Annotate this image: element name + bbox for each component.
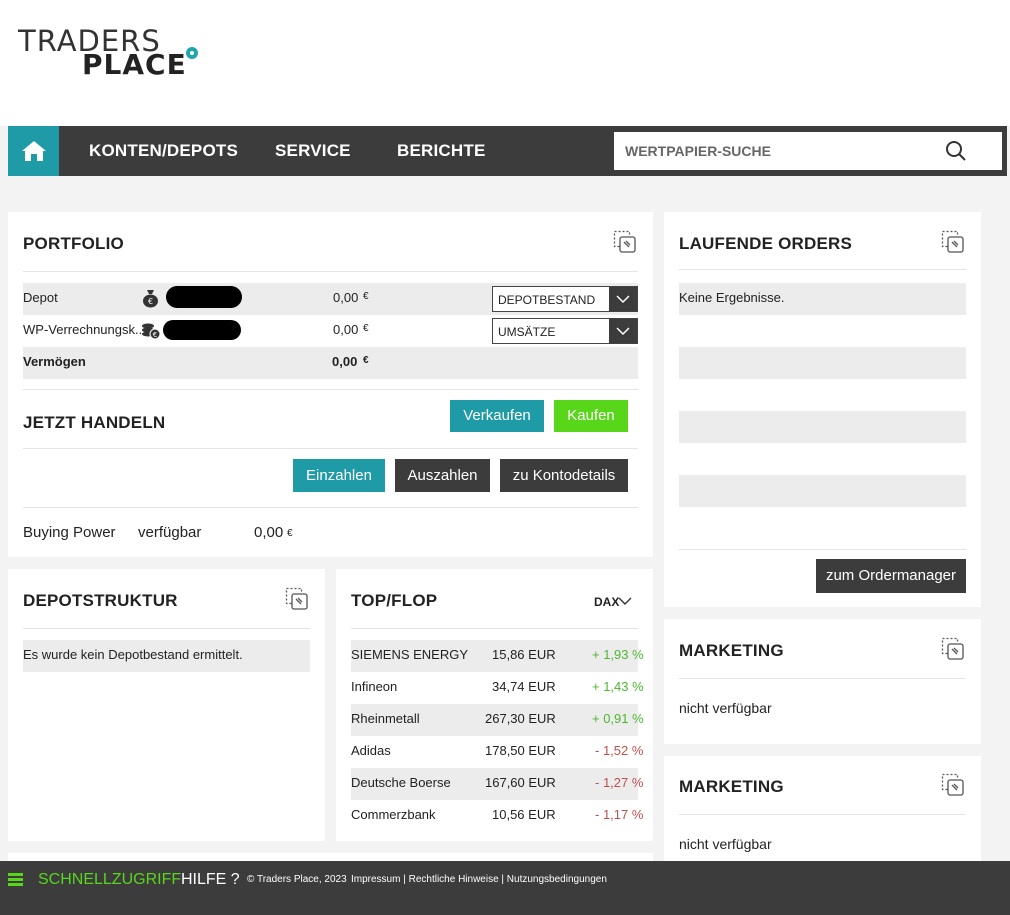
page-footer: SCHNELLZUGRIFF HILFE ? © Traders Place, … [0, 861, 1010, 915]
widget-settings-icon[interactable] [941, 637, 965, 661]
deposit-button[interactable]: Einzahlen [293, 459, 385, 492]
footer-links[interactable]: Impressum | Rechtliche Hinweise | Nutzun… [351, 874, 607, 885]
svg-text:€: € [153, 331, 157, 339]
row-value: 0,00 [333, 322, 359, 337]
logo-dot-icon [186, 47, 198, 59]
total-value: 0,00 [332, 354, 358, 369]
row-currency: € [363, 291, 369, 302]
stock-price: 178,50 EUR [485, 743, 556, 758]
chevron-down-icon [609, 287, 637, 311]
widget-settings-icon[interactable] [941, 773, 965, 797]
nav-service[interactable]: SERVICE [275, 126, 351, 176]
umsaetze-select-value: UMSÄTZE [498, 325, 556, 339]
account-details-button[interactable]: zu Kontodetails [500, 459, 628, 492]
buying-power-sub: verfügbar [138, 524, 202, 541]
umsaetze-select[interactable]: UMSÄTZE [492, 318, 638, 344]
home-button[interactable] [8, 126, 59, 176]
portfolio-row-total [23, 347, 638, 379]
widget-settings-icon[interactable] [941, 230, 965, 254]
stock-change: + 1,43 % [592, 679, 644, 694]
sell-button[interactable]: Verkaufen [450, 400, 544, 432]
depotstruktur-title: DEPOTSTRUKTUR [23, 591, 178, 610]
orders-title: LAUFENDE ORDERS [679, 234, 853, 253]
stock-price: 267,30 EUR [485, 711, 556, 726]
order-row [679, 475, 966, 507]
quick-access-link[interactable]: SCHNELLZUGRIFF [38, 871, 181, 889]
buying-power-currency: € [287, 528, 293, 539]
marketing-text: nicht verfügbar [679, 836, 772, 852]
main-nav: KONTEN/DEPOTS SERVICE BERICHTE [8, 126, 1007, 176]
row-label: WP-Verrechnungsk... [23, 322, 146, 337]
stock-change: + 0,91 % [592, 711, 644, 726]
depot-select[interactable]: DEPOTBESTAND [492, 286, 638, 312]
widget-settings-icon[interactable] [285, 587, 309, 611]
money-bag-icon: € [143, 290, 158, 308]
trade-title: JETZT HANDELN [23, 413, 166, 432]
chevron-down-icon [609, 319, 637, 343]
copyright-text: © Traders Place, 2023 [247, 874, 347, 885]
row-currency: € [363, 323, 369, 334]
stock-price: 15,86 EUR [492, 647, 556, 662]
widget-settings-icon[interactable] [613, 230, 637, 254]
stock-name[interactable]: Deutsche Boerse [351, 775, 451, 790]
stock-change: - 1,52 % [595, 743, 644, 758]
nav-konten-depots[interactable]: KONTEN/DEPOTS [89, 126, 238, 176]
redacted-account-number [166, 286, 242, 308]
topflop-panel: TOP/FLOP DAX SIEMENS ENERGY 15,86 EUR + … [336, 569, 653, 841]
portfolio-title: PORTFOLIO [23, 234, 124, 253]
svg-text:€: € [148, 297, 153, 306]
marketing-title: MARKETING [679, 777, 784, 796]
buy-button[interactable]: Kaufen [554, 400, 628, 432]
panel-edge [8, 853, 653, 861]
depotstruktur-panel: DEPOTSTRUKTUR Es wurde kein Depotbestand… [8, 569, 325, 841]
order-row [679, 347, 966, 379]
menu-icon[interactable] [8, 873, 23, 887]
page-header: TRADERS PLACE [0, 0, 1010, 126]
nav-berichte[interactable]: BERICHTE [397, 126, 486, 176]
marketing-panel: MARKETING nicht verfügbar [664, 619, 981, 744]
buying-power-value: 0,00 [254, 524, 284, 541]
topflop-title: TOP/FLOP [351, 591, 438, 610]
search-input[interactable] [614, 132, 944, 170]
coins-icon: € [142, 323, 161, 340]
marketing-text: nicht verfügbar [679, 700, 772, 716]
marketing-panel: MARKETING nicht verfügbar [664, 756, 981, 861]
row-label: Depot [23, 290, 58, 305]
depot-select-value: DEPOTBESTAND [498, 293, 596, 307]
search-box [614, 132, 1002, 170]
stock-name[interactable]: Rheinmetall [351, 711, 420, 726]
stock-price: 10,56 EUR [492, 807, 556, 822]
logo-text-place[interactable]: PLACE [82, 48, 187, 81]
orders-empty-text: Keine Ergebnisse. [679, 290, 785, 305]
index-selector[interactable]: DAX [594, 595, 619, 609]
buying-power-label: Buying Power [23, 524, 116, 541]
orders-panel: LAUFENDE ORDERS Keine Ergebnisse. zum Or… [664, 212, 981, 607]
stock-change: - 1,17 % [595, 807, 644, 822]
redacted-account-number [163, 320, 241, 340]
stock-name[interactable]: Infineon [351, 679, 397, 694]
total-currency: € [363, 355, 369, 366]
marketing-title: MARKETING [679, 641, 784, 660]
portfolio-panel: PORTFOLIO Depot € 0,00 € DEPOTBESTAND WP… [8, 212, 653, 557]
stock-price: 34,74 EUR [492, 679, 556, 694]
chevron-down-icon[interactable] [618, 596, 632, 606]
row-value: 0,00 [333, 290, 359, 305]
home-icon [21, 141, 46, 161]
stock-price: 167,60 EUR [485, 775, 556, 790]
help-link[interactable]: HILFE ? [181, 871, 240, 889]
order-row [679, 411, 966, 443]
stock-change: - 1,27 % [595, 775, 644, 790]
stock-name[interactable]: SIEMENS ENERGY [351, 647, 468, 662]
total-label: Vermögen [23, 354, 86, 369]
search-icon[interactable] [944, 140, 968, 162]
stock-name[interactable]: Commerzbank [351, 807, 436, 822]
stock-name[interactable]: Adidas [351, 743, 391, 758]
ordermanager-button[interactable]: zum Ordermanager [816, 559, 966, 593]
stock-change: + 1,93 % [592, 647, 644, 662]
withdraw-button[interactable]: Auszahlen [395, 459, 490, 492]
depotstruktur-empty-text: Es wurde kein Depotbestand ermittelt. [23, 647, 243, 662]
